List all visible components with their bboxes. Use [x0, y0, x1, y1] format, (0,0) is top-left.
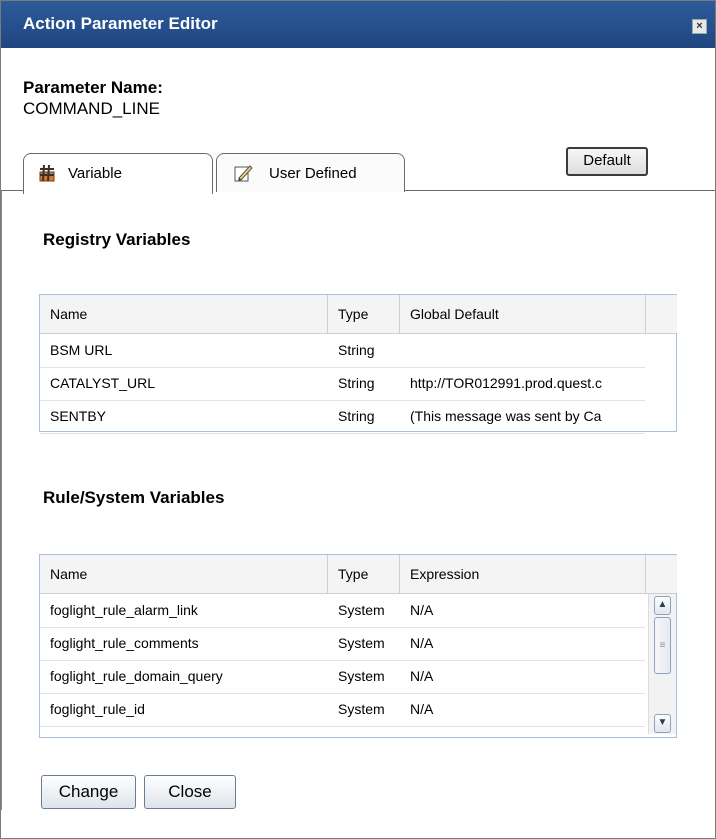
header-spacer: [645, 295, 677, 333]
cell-name: BSM URL: [50, 342, 113, 358]
registry-variables-grid: Name Type Global Default BSM URL String …: [39, 294, 677, 434]
grid-header: Name Type Expression: [40, 555, 676, 594]
default-button[interactable]: Default: [566, 147, 648, 176]
panel-border: [1, 190, 2, 810]
column-name[interactable]: Name: [40, 295, 328, 333]
column-name[interactable]: Name: [40, 555, 328, 593]
tab-strip-border: [403, 190, 715, 191]
pencil-icon: [234, 165, 253, 182]
cell-type: String: [338, 342, 375, 358]
tab-strip-border-left: [1, 190, 23, 191]
vertical-scrollbar[interactable]: ▲ ≡ ▼: [648, 594, 676, 734]
cell-global-default: [400, 334, 645, 367]
column-type[interactable]: Type: [328, 295, 400, 333]
cell-type: System: [338, 701, 385, 717]
rule-system-variables-title: Rule/System Variables: [43, 488, 225, 507]
cell-expression: N/A: [410, 635, 434, 651]
cell-name: SENTBY: [50, 408, 107, 424]
column-expression[interactable]: Expression: [400, 555, 646, 593]
tab-user-defined[interactable]: User Defined: [216, 153, 405, 192]
tab-user-defined-label: User Defined: [269, 165, 357, 182]
cell-type: System: [338, 668, 385, 684]
tab-variable[interactable]: Variable: [23, 153, 213, 194]
cell-type: System: [338, 602, 385, 618]
column-type[interactable]: Type: [328, 555, 400, 593]
hash-icon: [39, 164, 55, 182]
cell-global-default: (This message was sent by Ca: [410, 408, 602, 424]
window-title: Action Parameter Editor: [23, 14, 218, 33]
cell-expression: N/A: [410, 602, 434, 618]
table-row[interactable]: CATALYST_URL String http://TOR012991.pro…: [40, 367, 645, 401]
grid-header: Name Type Global Default: [40, 295, 676, 334]
cell-type: String: [338, 408, 375, 424]
tab-variable-label: Variable: [68, 165, 122, 182]
cell-expression: N/A: [410, 701, 434, 717]
rule-system-variables-grid: Name Type Expression foglight_rule_alarm…: [39, 554, 677, 738]
parameter-name-value: COMMAND_LINE: [23, 99, 160, 118]
action-parameter-editor-dialog: Action Parameter Editor × Parameter Name…: [0, 0, 716, 839]
scroll-up-icon[interactable]: ▲: [654, 596, 671, 615]
table-row[interactable]: foglight_rule_alarm_link System N/A: [40, 594, 645, 628]
table-row[interactable]: foglight_rule_domain_query System N/A: [40, 660, 645, 694]
registry-variables-title: Registry Variables: [43, 230, 191, 249]
close-button[interactable]: Close: [144, 775, 236, 809]
table-row[interactable]: foglight_rule_id System N/A: [40, 693, 645, 727]
column-global-default[interactable]: Global Default: [400, 295, 646, 333]
cell-expression: N/A: [410, 668, 434, 684]
table-row[interactable]: foglight_rule_comments System N/A: [40, 627, 645, 661]
cell-name: foglight_rule_alarm_link: [50, 602, 198, 618]
header-spacer: [645, 555, 677, 593]
cell-global-default: http://TOR012991.prod.quest.c: [410, 375, 602, 391]
close-icon[interactable]: ×: [692, 19, 707, 34]
table-row[interactable]: BSM URL String: [40, 334, 645, 368]
change-button[interactable]: Change: [41, 775, 136, 809]
scroll-thumb[interactable]: ≡: [654, 617, 671, 674]
cell-name: foglight_rule_domain_query: [50, 668, 223, 684]
cell-name: foglight_rule_id: [50, 701, 145, 717]
table-row[interactable]: SENTBY String (This message was sent by …: [40, 400, 645, 434]
cell-type: String: [338, 375, 375, 391]
cell-name: CATALYST_URL: [50, 375, 156, 391]
title-bar: Action Parameter Editor ×: [1, 1, 715, 48]
cell-name: foglight_rule_comments: [50, 635, 199, 651]
scroll-down-icon[interactable]: ▼: [654, 714, 671, 733]
parameter-name-label: Parameter Name:: [23, 78, 163, 97]
cell-type: System: [338, 635, 385, 651]
